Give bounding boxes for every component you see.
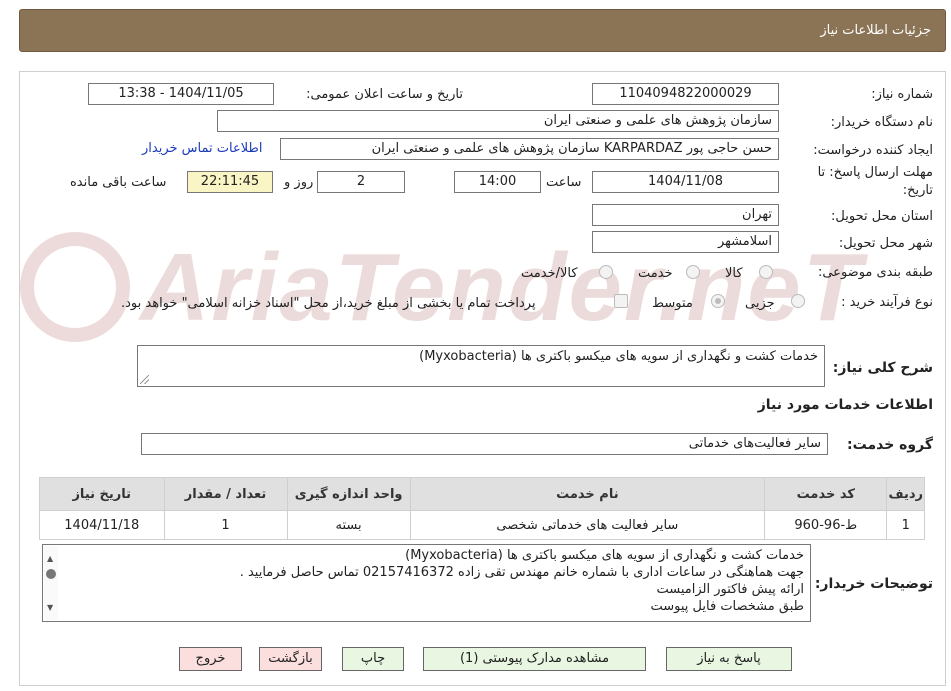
category-goods-service-radio[interactable] — [599, 265, 613, 279]
buyer-notes-textarea[interactable]: خدمات کشت و نگهداری از سویه های میکسو با… — [42, 544, 811, 622]
services-section-title: اطلاعات خدمات مورد نیاز — [757, 397, 933, 413]
col-header-need-date: تاریخ نیاز — [39, 477, 165, 511]
cell-row-number: 1 — [886, 510, 925, 540]
deadline-time-field: 14:00 — [454, 171, 541, 193]
cell-need-date: 1404/11/18 — [39, 510, 165, 540]
buyer-notes-line: ارائه پیش فاکتور الزامیست — [656, 582, 805, 597]
service-group-field: سایر فعالیت‌های خدماتی — [141, 433, 828, 455]
buyer-contact-link[interactable]: اطلاعات تماس خریدار — [142, 141, 262, 156]
col-header-service-name: نام خدمت — [409, 477, 766, 511]
deadline-time-label: ساعت — [546, 175, 582, 190]
category-goods-radio[interactable] — [759, 265, 773, 279]
print-button[interactable]: چاپ — [342, 647, 404, 671]
watermark-logo-icon — [20, 232, 130, 342]
requester-field: حسن حاجی پور KARPARDAZ سازمان پژوهش های … — [280, 138, 779, 160]
announce-label: تاریخ و ساعت اعلان عمومی: — [306, 87, 463, 102]
table-header-row: ردیف کد خدمت نام خدمت واحد اندازه گیری ت… — [39, 477, 925, 511]
col-header-quantity: تعداد / مقدار — [163, 477, 288, 511]
cell-service-code: ط-96-960 — [764, 510, 888, 540]
services-table: ردیف کد خدمت نام خدمت واحد اندازه گیری ت… — [39, 477, 925, 540]
scroll-down-icon[interactable]: ▼ — [47, 599, 53, 616]
description-textarea[interactable]: خدمات کشت و نگهداری از سویه های میکسو با… — [137, 345, 825, 387]
col-header-service-code: کد خدمت — [764, 477, 888, 511]
table-row: 1 ط-96-960 سایر فعالیت های خدماتی شخصی ب… — [39, 510, 925, 540]
page-header: جزئیات اطلاعات نیاز — [19, 9, 946, 52]
service-group-label: گروه خدمت: — [847, 437, 933, 453]
page-title: جزئیات اطلاعات نیاز — [820, 23, 931, 38]
process-minor-radio[interactable] — [791, 294, 805, 308]
resize-handle-icon[interactable] — [140, 375, 149, 384]
province-label: استان محل تحویل: — [831, 209, 933, 224]
scroll-up-icon[interactable]: ▲ — [47, 550, 53, 567]
deadline-date-field: 1404/11/08 — [592, 171, 779, 193]
remaining-time-field: 22:11:45 — [187, 171, 273, 193]
requester-label: ایجاد کننده درخواست: — [813, 143, 933, 158]
reply-to-need-button[interactable]: پاسخ به نیاز — [666, 647, 792, 671]
process-minor-label: جزیی — [745, 296, 775, 311]
category-service-radio[interactable] — [686, 265, 700, 279]
buyer-org-label: نام دستگاه خریدار: — [830, 115, 933, 130]
col-header-unit: واحد اندازه گیری — [286, 477, 411, 511]
process-medium-radio[interactable] — [711, 294, 725, 308]
province-field: تهران — [592, 204, 779, 226]
treasury-payment-note: پرداخت تمام یا بخشی از مبلغ خرید،از محل … — [121, 296, 536, 311]
buyer-org-field: سازمان پژوهش های علمی و صنعتی ایران — [217, 110, 779, 132]
need-number-field: 1104094822000029 — [592, 83, 779, 105]
back-button[interactable]: بازگشت — [259, 647, 322, 671]
buyer-notes-label: توضیحات خریدار: — [814, 576, 933, 592]
announce-datetime-field: 1404/11/05 - 13:38 — [88, 83, 274, 105]
need-number-label: شماره نیاز: — [871, 87, 933, 102]
category-label: طبقه بندی موضوعی: — [817, 265, 933, 280]
days-remaining-field: 2 — [317, 171, 405, 193]
notes-scrollbar[interactable]: ▲ ▼ — [44, 546, 58, 620]
category-service-label: خدمت — [638, 266, 673, 281]
process-label: نوع فرآیند خرید : — [841, 295, 933, 310]
description-text: خدمات کشت و نگهداری از سویه های میکسو با… — [419, 349, 818, 364]
city-label: شهر محل تحویل: — [838, 236, 933, 251]
days-label: روز و — [284, 175, 314, 190]
exit-button[interactable]: خروج — [179, 647, 242, 671]
city-field: اسلامشهر — [592, 231, 779, 253]
process-medium-label: متوسط — [652, 296, 693, 311]
cell-unit: بسته — [286, 510, 411, 540]
cell-quantity: 1 — [163, 510, 288, 540]
remaining-time-label: ساعت باقی مانده — [70, 175, 167, 190]
buyer-notes-line: خدمات کشت و نگهداری از سویه های میکسو با… — [405, 548, 804, 563]
treasury-payment-checkbox[interactable] — [614, 294, 628, 308]
scroll-thumb[interactable] — [46, 569, 56, 579]
category-goods-service-label: کالا/خدمت — [521, 266, 578, 281]
category-goods-label: کالا — [725, 266, 743, 281]
buyer-notes-line: جهت هماهنگی در ساعات اداری با شماره خانم… — [239, 565, 804, 580]
deadline-date-label: تاریخ: — [902, 183, 933, 198]
buyer-notes-line: طبق مشخصات فایل پیوست — [650, 599, 805, 614]
col-header-row-number: ردیف — [886, 477, 925, 511]
cell-service-name: سایر فعالیت های خدماتی شخصی — [409, 510, 766, 540]
view-attachments-button[interactable]: مشاهده مدارک پیوستی (1) — [423, 647, 646, 671]
description-label: شرح کلی نیاز: — [832, 360, 933, 376]
deadline-label: مهلت ارسال پاسخ: تا — [817, 165, 933, 180]
